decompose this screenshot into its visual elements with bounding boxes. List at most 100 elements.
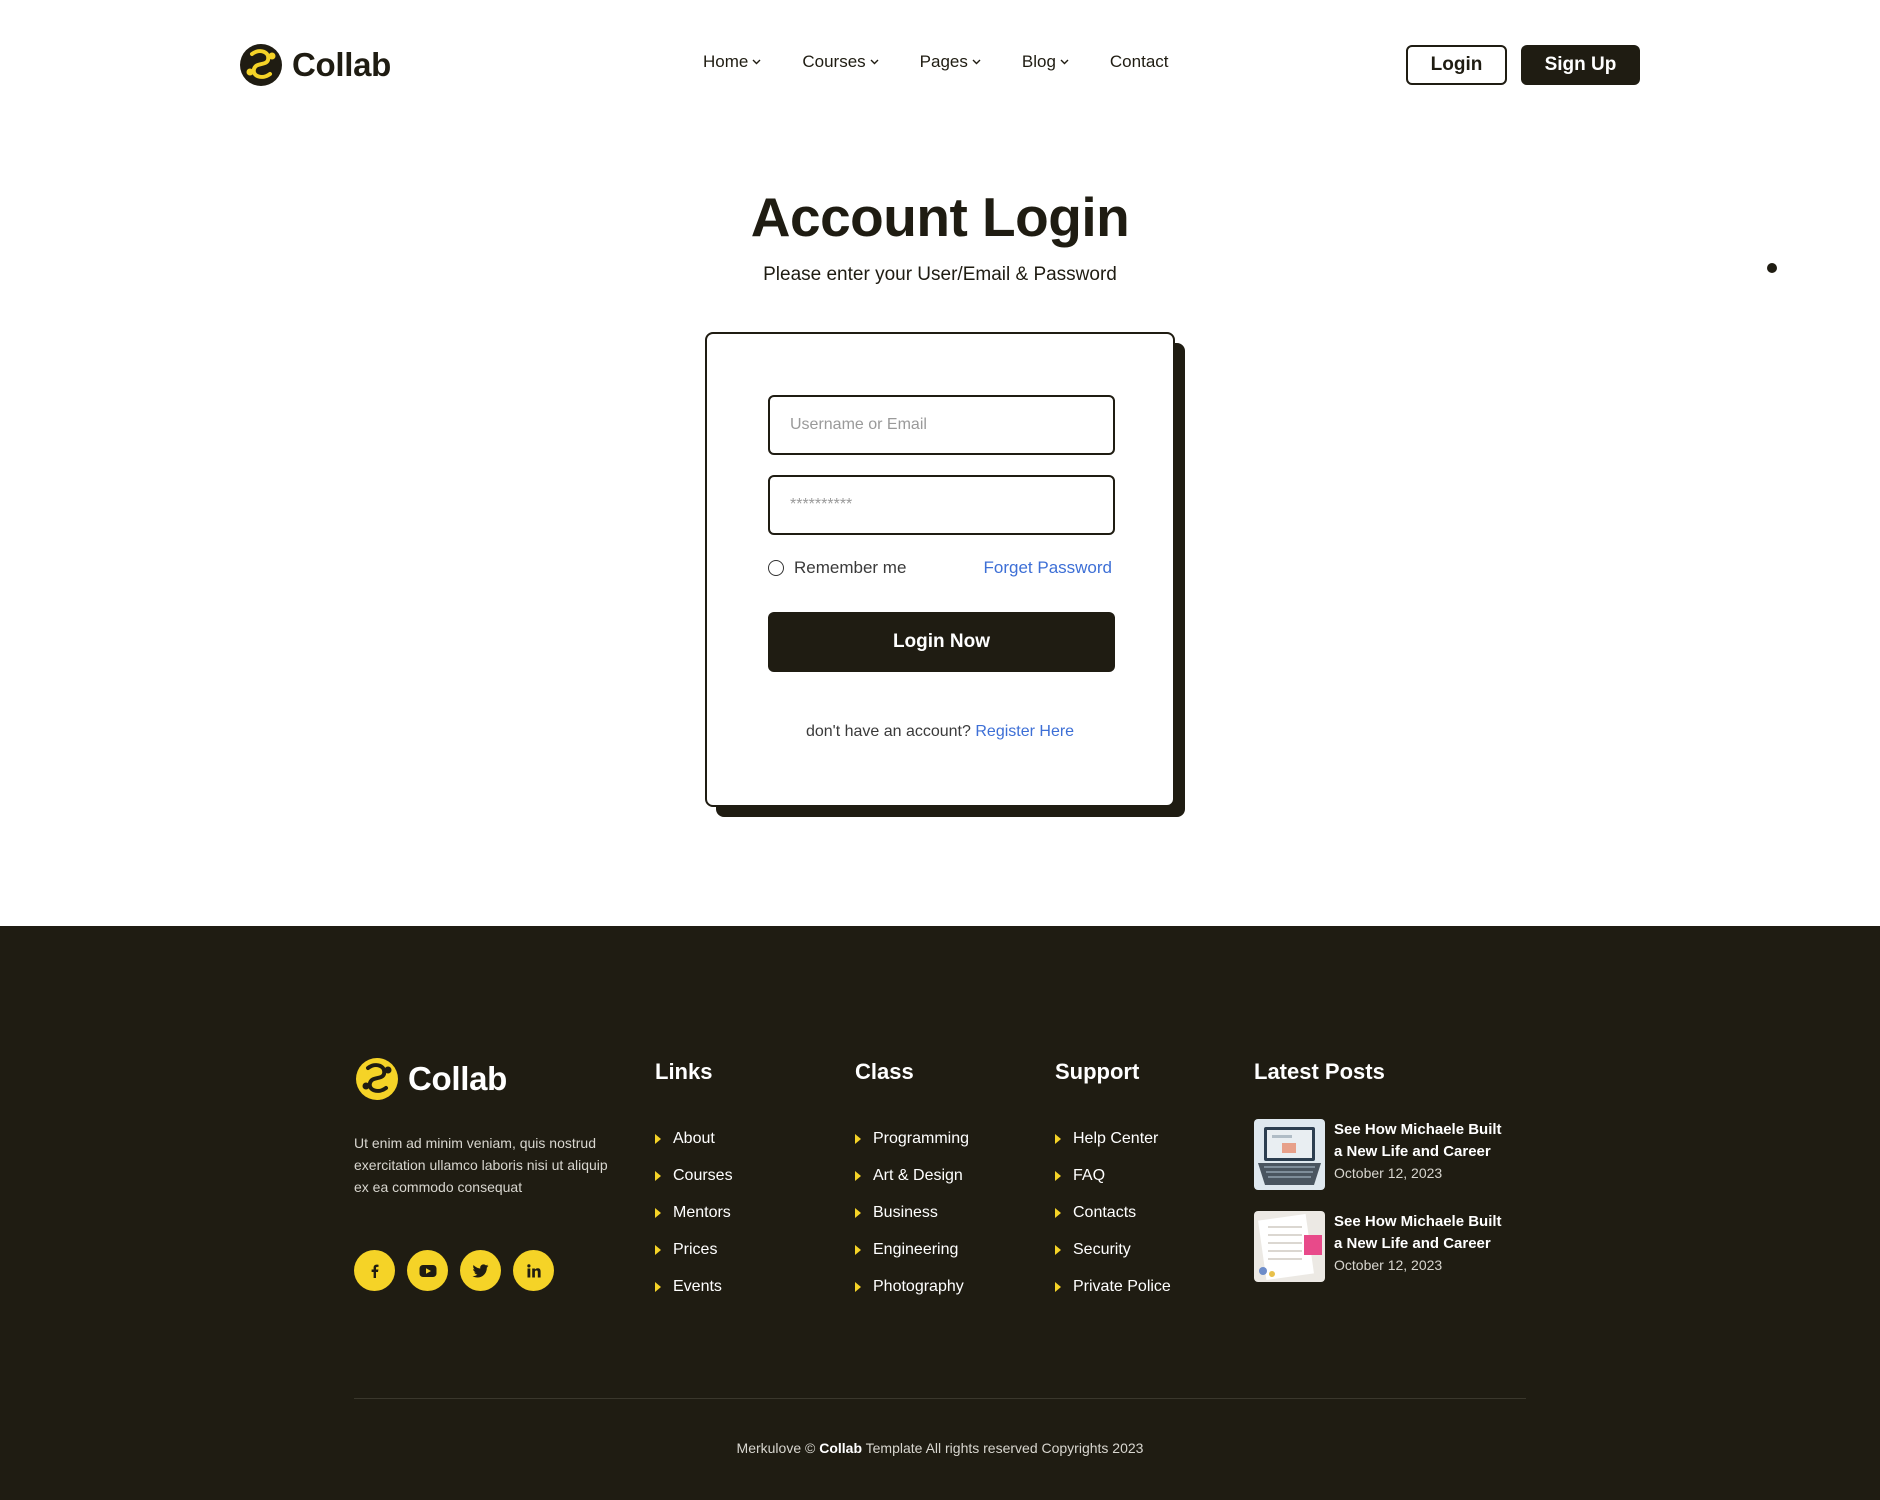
- brand-name: Collab: [292, 46, 392, 83]
- post-date: October 12, 2023: [1334, 1257, 1443, 1273]
- footer-support-security[interactable]: Security: [1055, 1231, 1171, 1268]
- footer-support-faq[interactable]: FAQ: [1055, 1157, 1171, 1194]
- nav-courses-label: Courses: [802, 52, 866, 71]
- collab-logo-icon: [356, 1058, 398, 1100]
- footer-class-engineering[interactable]: Engineering: [855, 1231, 969, 1268]
- footer-link-mentors[interactable]: Mentors: [655, 1194, 733, 1231]
- post-text: See How Michaele Built a New Life and Ca…: [1334, 1119, 1514, 1190]
- post-date: October 12, 2023: [1334, 1165, 1443, 1181]
- nav-pages-label: Pages: [919, 52, 968, 71]
- footer-links-list: About Courses Mentors Prices Events: [655, 1120, 733, 1305]
- copyright-suffix: Template All rights reserved Copyrights …: [865, 1440, 1144, 1456]
- footer-link-label: Events: [673, 1277, 722, 1295]
- nav-contact-label: Contact: [1109, 52, 1169, 71]
- footer-link-prices[interactable]: Prices: [655, 1231, 733, 1268]
- page-title: Account Login: [750, 186, 1130, 248]
- caret-right-icon: [655, 1207, 661, 1218]
- footer-link-label: Security: [1073, 1240, 1131, 1258]
- footer-link-label: Art & Design: [873, 1166, 963, 1184]
- footer-link-label: Engineering: [873, 1240, 959, 1258]
- footer-link-label: Contacts: [1073, 1203, 1137, 1221]
- login-card: Remember me Forget Password Login Now do…: [705, 332, 1175, 807]
- site-header: Collab Home Courses Pages Blog Contact L…: [0, 0, 1880, 132]
- header-logo[interactable]: Collab: [238, 42, 391, 88]
- post-title[interactable]: See How Michaele Built a New Life and Ca…: [1334, 1119, 1514, 1163]
- caret-right-icon: [655, 1133, 661, 1144]
- copyright: Merkulove © Collab Template All rights r…: [0, 1440, 1880, 1456]
- nav-pages[interactable]: Pages: [920, 52, 981, 72]
- latest-post[interactable]: See How Michaele Built a New Life and Ca…: [1254, 1211, 1514, 1282]
- copyright-brand: Collab: [819, 1440, 862, 1456]
- social-links: [354, 1250, 554, 1291]
- footer-link-label: Help Center: [1073, 1129, 1159, 1147]
- footer-link-events[interactable]: Events: [655, 1268, 733, 1305]
- footer-class-programming[interactable]: Programming: [855, 1120, 969, 1157]
- footer-link-label: About: [673, 1129, 715, 1147]
- header-signup-button[interactable]: Sign Up: [1521, 45, 1640, 85]
- footer-link-courses[interactable]: Courses: [655, 1157, 733, 1194]
- caret-right-icon: [855, 1207, 861, 1218]
- nav-contact[interactable]: Contact: [1110, 52, 1169, 72]
- twitter-icon[interactable]: [460, 1250, 501, 1291]
- caret-right-icon: [655, 1170, 661, 1181]
- footer-brand-name: Collab: [408, 1060, 508, 1097]
- footer-support-contacts[interactable]: Contacts: [1055, 1194, 1171, 1231]
- footer-class-title: Class: [855, 1059, 914, 1084]
- footer-link-label: Photography: [873, 1277, 964, 1295]
- collab-logo-icon: [240, 44, 282, 86]
- password-input[interactable]: [768, 475, 1115, 535]
- youtube-icon[interactable]: [407, 1250, 448, 1291]
- footer-class-photography[interactable]: Photography: [855, 1268, 969, 1305]
- username-input[interactable]: [768, 395, 1115, 455]
- chevron-down-icon: [752, 59, 761, 65]
- nav-home-label: Home: [703, 52, 749, 71]
- post-thumbnail: [1254, 1119, 1325, 1190]
- post-thumbnail: [1254, 1211, 1325, 1282]
- remember-me-radio[interactable]: [768, 560, 784, 576]
- nav-blog[interactable]: Blog: [1022, 52, 1069, 72]
- facebook-icon[interactable]: [354, 1250, 395, 1291]
- footer-divider: [354, 1398, 1526, 1399]
- login-now-button[interactable]: Login Now: [768, 612, 1115, 672]
- page-subtitle: Please enter your User/Email & Password: [763, 264, 1117, 285]
- footer-support-private-police[interactable]: Private Police: [1055, 1268, 1171, 1305]
- caret-right-icon: [855, 1133, 861, 1144]
- footer-support-title: Support: [1055, 1059, 1140, 1084]
- chevron-down-icon: [870, 59, 879, 65]
- post-title[interactable]: See How Michaele Built a New Life and Ca…: [1334, 1211, 1514, 1255]
- nav-home[interactable]: Home: [703, 52, 761, 72]
- footer-link-label: FAQ: [1073, 1166, 1106, 1184]
- caret-right-icon: [855, 1170, 861, 1181]
- chevron-down-icon: [972, 59, 981, 65]
- footer-support-list: Help Center FAQ Contacts Security Privat…: [1055, 1120, 1171, 1305]
- footer-link-about[interactable]: About: [655, 1120, 733, 1157]
- footer-support-help-center[interactable]: Help Center: [1055, 1120, 1171, 1157]
- footer-link-label: Courses: [673, 1166, 733, 1184]
- register-link[interactable]: Register Here: [975, 723, 1074, 740]
- caret-right-icon: [1055, 1281, 1061, 1292]
- footer-class-list: Programming Art & Design Business Engine…: [855, 1120, 969, 1305]
- footer-logo[interactable]: Collab: [354, 1056, 507, 1102]
- nav-blog-label: Blog: [1021, 52, 1056, 71]
- footer-link-label: Prices: [673, 1240, 718, 1258]
- remember-me-label: Remember me: [794, 558, 907, 577]
- caret-right-icon: [1055, 1133, 1061, 1144]
- latest-post[interactable]: See How Michaele Built a New Life and Ca…: [1254, 1119, 1514, 1190]
- footer-latest-posts-title: Latest Posts: [1254, 1059, 1385, 1084]
- footer-class-art-design[interactable]: Art & Design: [855, 1157, 969, 1194]
- caret-right-icon: [1055, 1244, 1061, 1255]
- copyright-prefix: Merkulove ©: [736, 1440, 816, 1456]
- post-text: See How Michaele Built a New Life and Ca…: [1334, 1211, 1514, 1282]
- header-login-button[interactable]: Login: [1406, 45, 1507, 85]
- register-prompt: don't have an account?: [805, 723, 971, 740]
- nav-courses[interactable]: Courses: [802, 52, 879, 72]
- footer-link-label: Programming: [873, 1129, 970, 1147]
- caret-right-icon: [855, 1281, 861, 1292]
- chevron-down-icon: [1060, 59, 1069, 65]
- main-nav: Home Courses Pages Blog Contact: [703, 52, 1169, 72]
- forget-password-link[interactable]: Forget Password: [984, 558, 1113, 578]
- footer-class-business[interactable]: Business: [855, 1194, 969, 1231]
- linkedin-icon[interactable]: [513, 1250, 554, 1291]
- remember-me-toggle[interactable]: Remember me: [768, 558, 906, 578]
- caret-right-icon: [855, 1244, 861, 1255]
